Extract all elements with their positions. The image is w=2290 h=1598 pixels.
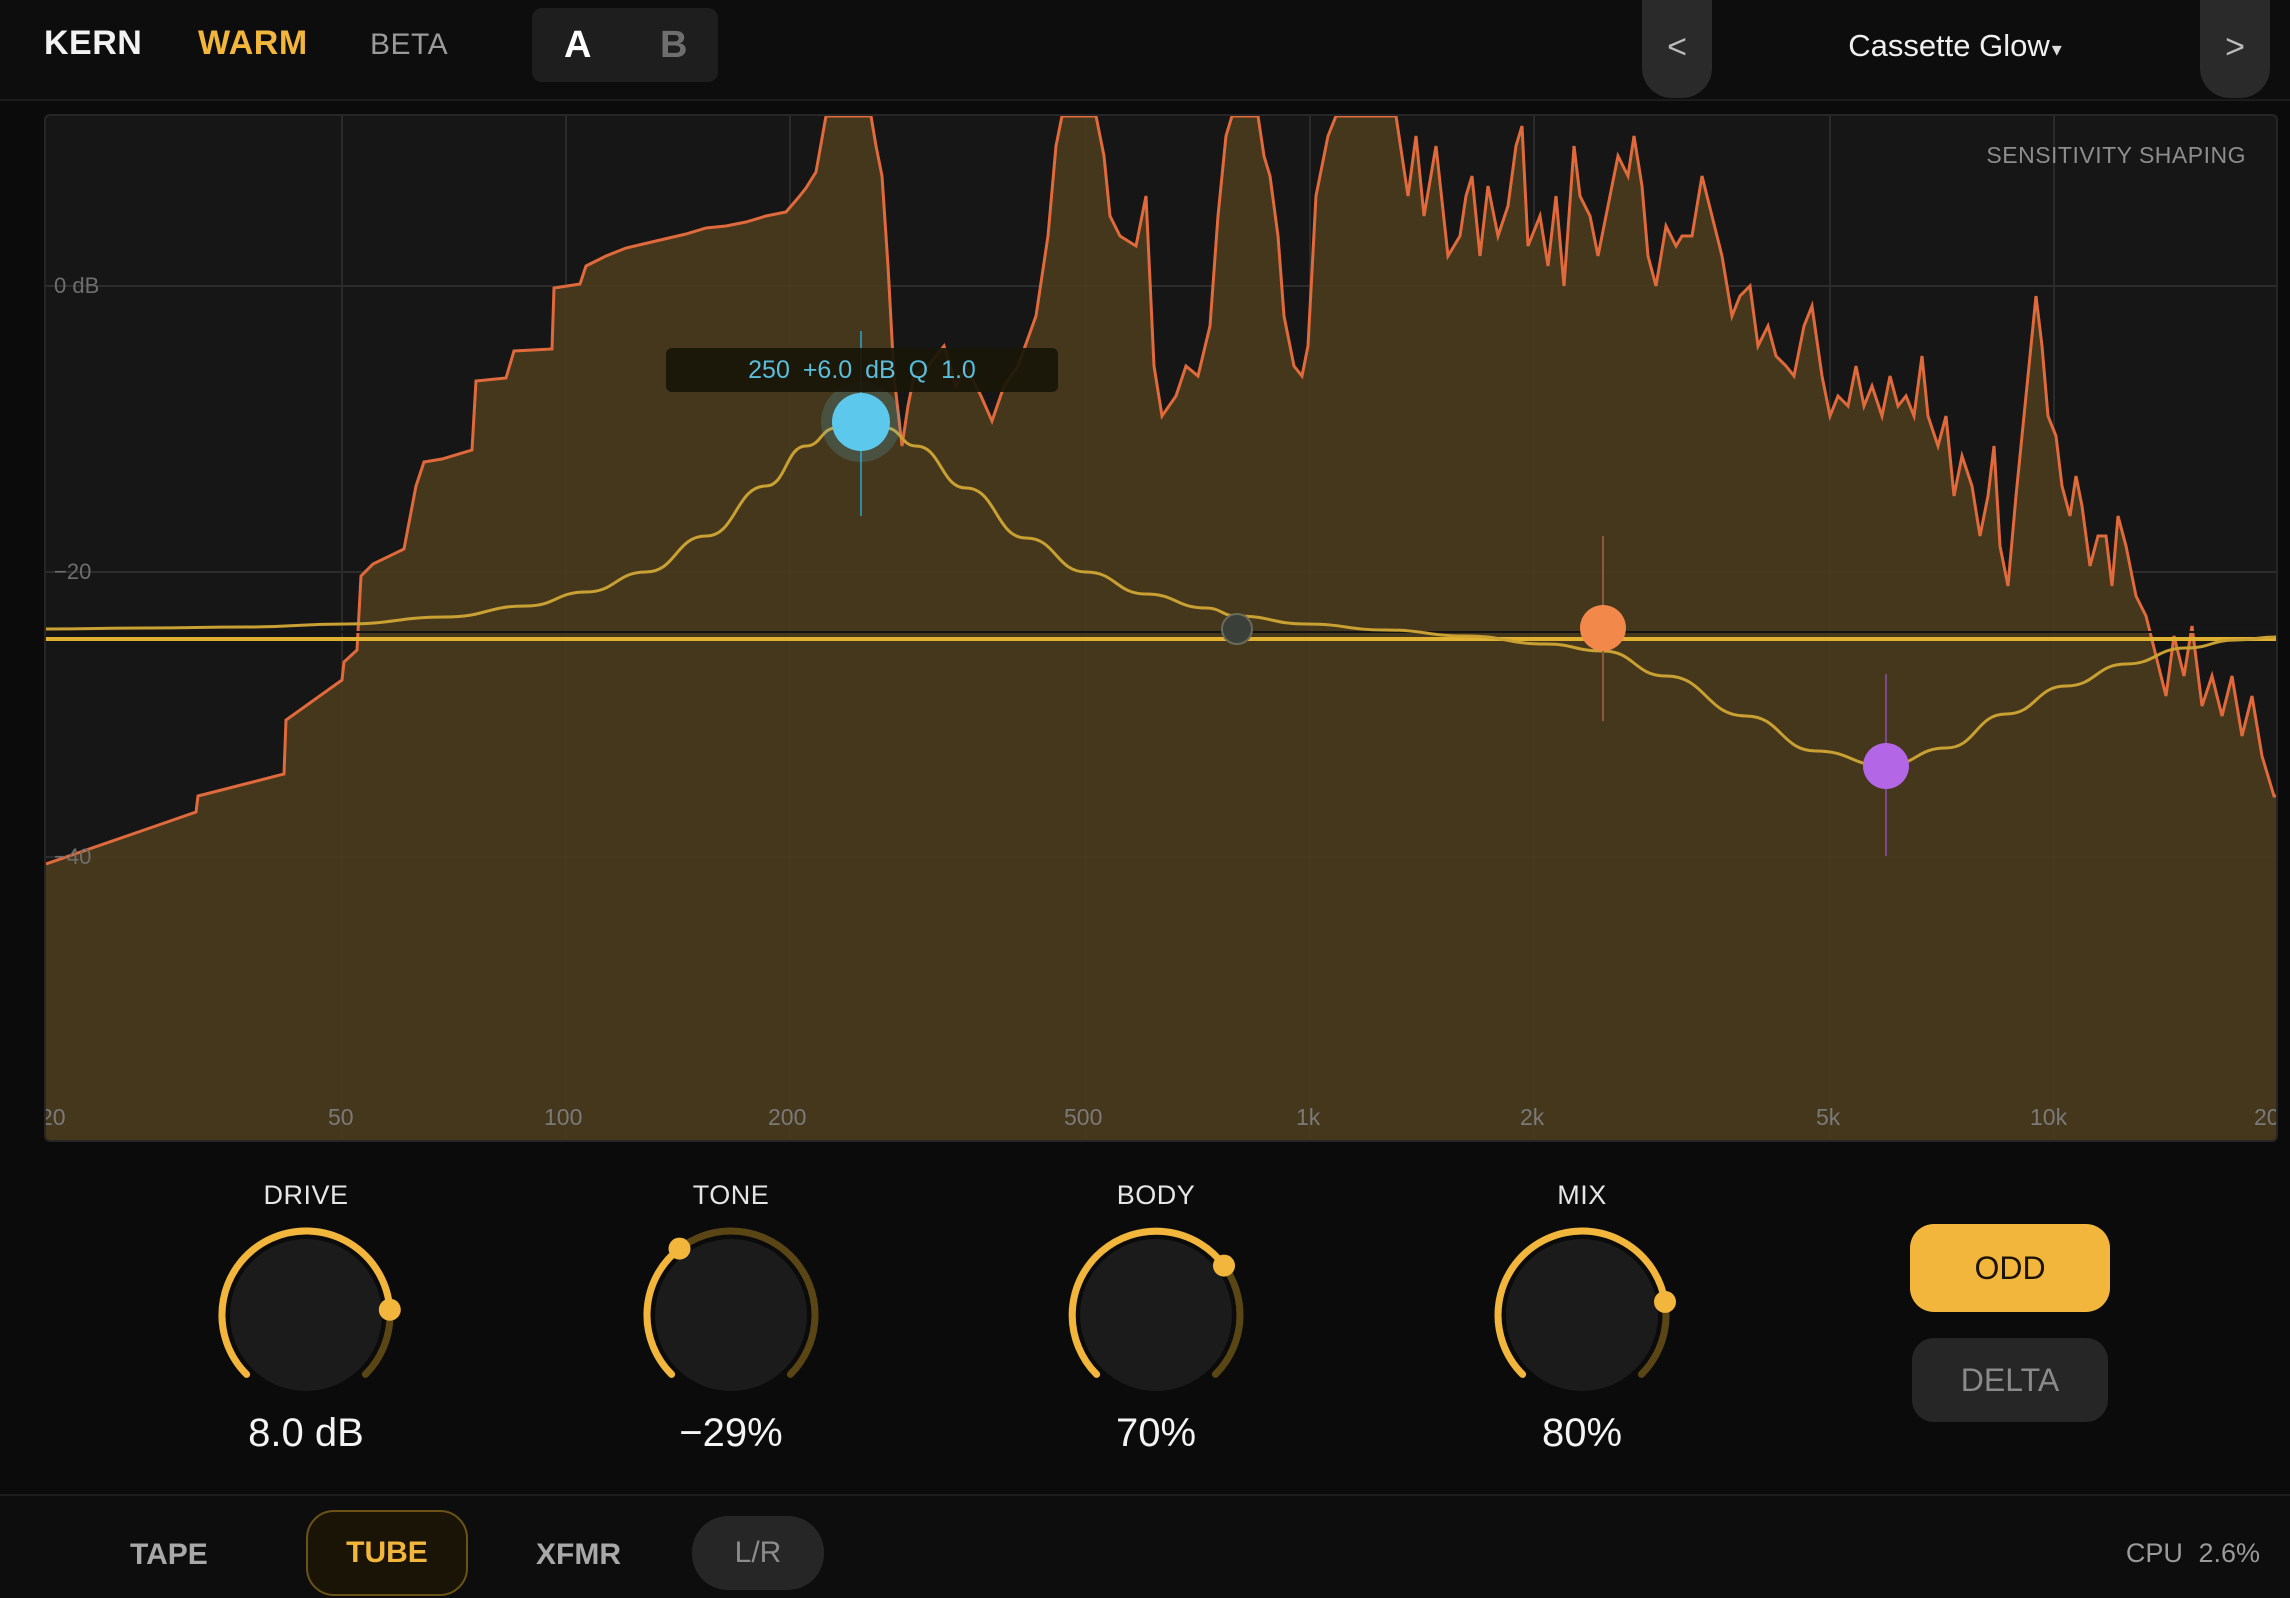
- knob-body[interactable]: BODY 70%: [1036, 1180, 1276, 1456]
- freq-label-7: 5k: [1816, 1104, 1841, 1130]
- freq-label-4: 500: [1064, 1104, 1103, 1130]
- freq-label-5: 1k: [1296, 1104, 1321, 1130]
- knob-tone[interactable]: TONE −29%: [611, 1180, 851, 1456]
- odd-button[interactable]: ODD: [1912, 1226, 2108, 1310]
- cpu-value: 2.6%: [2198, 1538, 2260, 1568]
- freq-label-3: 200: [768, 1104, 807, 1130]
- db-label-1: −20: [54, 559, 92, 584]
- knob-pointer[interactable]: [668, 1237, 691, 1260]
- preset-next-button[interactable]: >: [2200, 0, 2270, 98]
- knob-pointer[interactable]: [1654, 1290, 1676, 1313]
- ab-button-b[interactable]: B: [660, 24, 687, 67]
- preset-prev-button[interactable]: <: [1642, 0, 1712, 98]
- delta-button[interactable]: DELTA: [1912, 1338, 2108, 1422]
- tab-xfmr[interactable]: XFMR: [536, 1538, 621, 1572]
- brand-name: KERN: [44, 24, 143, 62]
- band-tooltip: 250 +6.0 dB Q 1.0: [666, 348, 1058, 392]
- knob-body: [655, 1239, 807, 1391]
- knob-label: MIX: [1557, 1180, 1607, 1210]
- knob-pointer[interactable]: [1213, 1254, 1235, 1277]
- preset-selector[interactable]: Cassette Glow ▾: [1790, 28, 2120, 64]
- knob-value: 70%: [1115, 1411, 1197, 1455]
- freq-label-0: 20: [46, 1104, 66, 1130]
- knob-label: DRIVE: [263, 1180, 349, 1210]
- ab-button-a[interactable]: A: [564, 24, 591, 67]
- bottom-bar: TAPE TUBE XFMR L/R CPU 2.6%: [0, 1494, 2290, 1598]
- tab-tape[interactable]: TAPE: [130, 1538, 208, 1572]
- cpu-label: CPU: [2125, 1538, 2183, 1568]
- mode-label: SENSITIVITY SHAPING: [1986, 142, 2246, 168]
- knob-dial[interactable]: [206, 1225, 406, 1405]
- knob-drive[interactable]: DRIVE 8.0 dB: [186, 1180, 426, 1456]
- band-handle-2[interactable]: [1221, 613, 1253, 645]
- knob-dial[interactable]: [1056, 1225, 1256, 1405]
- db-label-2: −40: [54, 844, 92, 869]
- tooltip-q: Q 1.0: [908, 356, 976, 384]
- freq-label-8: 10k: [2030, 1104, 2068, 1130]
- cpu-meter: CPU 2.6%: [2126, 1538, 2260, 1569]
- freq-label-1: 50: [328, 1104, 354, 1130]
- tooltip-gain: +6.0 dB: [802, 356, 896, 384]
- top-bar: KERN WARM BETA A B < Cassette Glow ▾ >: [0, 0, 2290, 101]
- product-name: WARM: [198, 24, 308, 62]
- knob-body: [230, 1239, 382, 1391]
- knob-dial[interactable]: [631, 1225, 831, 1405]
- spectrum-display[interactable]: 0 dB −20 −40 20 50 100 200 500 1k 2k 5k …: [44, 114, 2278, 1142]
- knob-value: 80%: [1541, 1411, 1623, 1455]
- knob-label: TONE: [692, 1180, 770, 1210]
- freq-label-9: 20k: [2254, 1104, 2276, 1130]
- freq-label-6: 2k: [1520, 1104, 1545, 1130]
- ab-compare-toggle: A B: [532, 8, 718, 82]
- spectrum-graph: [46, 116, 2276, 1140]
- knob-body: [1080, 1239, 1232, 1391]
- chevron-down-icon: ▾: [2051, 39, 2062, 61]
- knob-label: BODY: [1116, 1180, 1196, 1210]
- knob-value: 8.0 dB: [248, 1411, 364, 1455]
- tab-lr[interactable]: L/R: [692, 1516, 824, 1590]
- knob-dial[interactable]: [1482, 1225, 1682, 1405]
- knob-body: [1506, 1239, 1658, 1391]
- knob-pointer[interactable]: [378, 1298, 401, 1321]
- tab-tube[interactable]: TUBE: [306, 1510, 468, 1596]
- edition-badge: BETA: [370, 28, 449, 61]
- spectrum-fill: [46, 116, 2276, 1140]
- db-label-0: 0 dB: [54, 273, 100, 298]
- freq-label-2: 100: [544, 1104, 583, 1130]
- tooltip-freq: 250: [748, 356, 790, 384]
- preset-name: Cassette Glow: [1848, 28, 2050, 63]
- knob-value: −29%: [679, 1411, 783, 1455]
- knob-mix[interactable]: MIX 80%: [1462, 1180, 1702, 1456]
